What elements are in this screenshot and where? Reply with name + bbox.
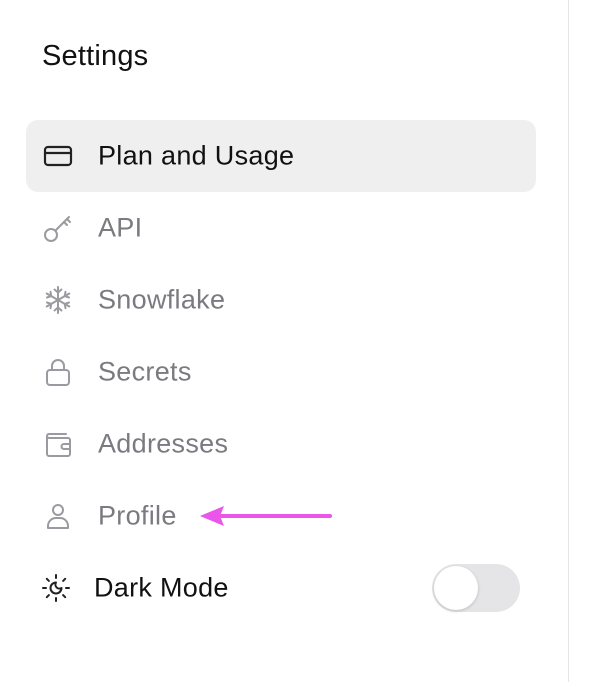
sidebar-item-label: Plan and Usage xyxy=(98,140,295,171)
snowflake-icon xyxy=(42,284,74,316)
sidebar-item-api[interactable]: API xyxy=(26,192,536,264)
annotation-arrow xyxy=(200,506,332,526)
sidebar-item-label: Profile xyxy=(98,500,177,531)
sidebar-item-secrets[interactable]: Secrets xyxy=(26,336,536,408)
dark-mode-row: Dark Mode xyxy=(26,552,536,624)
sidebar-item-plan-and-usage[interactable]: Plan and Usage xyxy=(26,120,536,192)
user-icon xyxy=(42,500,74,532)
settings-sidebar: Settings Plan and Usage API Snowflake Se… xyxy=(0,0,568,682)
credit-card-icon xyxy=(42,140,74,172)
dark-mode-label: Dark Mode xyxy=(94,572,229,603)
sidebar-item-snowflake[interactable]: Snowflake xyxy=(26,264,536,336)
wallet-icon xyxy=(42,428,74,460)
dark-mode-toggle[interactable] xyxy=(432,564,520,612)
sidebar-item-label: Addresses xyxy=(98,428,229,459)
toggle-knob xyxy=(434,566,478,610)
sun-moon-icon xyxy=(40,572,72,604)
panel-divider xyxy=(568,0,569,682)
sidebar-item-label: Snowflake xyxy=(98,284,226,315)
key-icon xyxy=(42,212,74,244)
sidebar-item-label: API xyxy=(98,212,143,243)
lock-icon xyxy=(42,356,74,388)
page-title: Settings xyxy=(42,40,149,72)
sidebar-item-addresses[interactable]: Addresses xyxy=(26,408,536,480)
sidebar-item-label: Secrets xyxy=(98,356,192,387)
